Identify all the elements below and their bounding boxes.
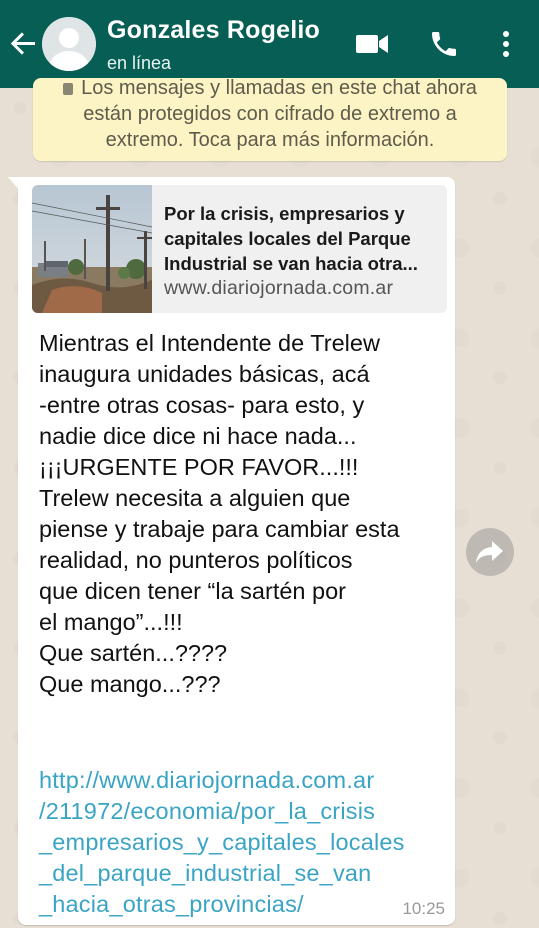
message-link[interactable]: http://www.diariojornada.com.ar /211972/… xyxy=(39,765,451,920)
preview-domain: www.diariojornada.com.ar xyxy=(164,277,394,299)
message-line: -entre otras cosas- para esto, y xyxy=(39,392,365,418)
link-line[interactable]: _hacia_otras_provincias/ xyxy=(39,889,451,920)
forward-button[interactable] xyxy=(466,528,514,576)
message-time: 10:25 xyxy=(402,899,445,918)
preview-title-line: capitales locales del Parque xyxy=(164,228,411,249)
message-line: el mango”...!!! xyxy=(39,609,183,635)
message-line: inaugura unidades básicas, acá xyxy=(39,361,370,387)
message-line: Que sartén...???? xyxy=(39,640,228,666)
notice-line: extremo. Toca para más información. xyxy=(105,129,435,151)
message-line: ¡¡¡URGENTE POR FAVOR...!!! xyxy=(39,454,359,480)
link-line[interactable]: _del_parque_industrial_se_van xyxy=(39,858,451,889)
back-arrow-icon[interactable] xyxy=(6,26,40,60)
message-line: Trelew necesita a alguien que xyxy=(39,485,351,511)
preview-title-line: Industrial se van hacia otra... xyxy=(164,253,418,274)
link-line[interactable]: /211972/economia/por_la_crisis xyxy=(39,796,451,827)
lock-icon xyxy=(63,82,74,95)
link-preview[interactable]: Por la crisis, empresarios y capitales l… xyxy=(32,185,447,313)
encryption-notice[interactable]: Los mensajes y llamadas en este chat aho… xyxy=(33,78,507,161)
phone-icon[interactable] xyxy=(428,28,460,60)
preview-thumbnail xyxy=(32,185,153,313)
link-line[interactable]: http://www.diariojornada.com.ar xyxy=(39,765,451,796)
preview-title-line: Por la crisis, empresarios y xyxy=(164,203,405,224)
message-line: que dicen tener “la sartén por xyxy=(39,578,346,604)
video-call-icon[interactable] xyxy=(355,30,389,58)
more-options-icon[interactable] xyxy=(496,28,516,60)
notice-line: están protegidos con cifrado de extremo … xyxy=(83,103,457,125)
contact-status: en línea xyxy=(107,53,172,73)
message-line: Que mango...??? xyxy=(39,671,221,697)
avatar[interactable] xyxy=(42,17,96,71)
message-line: nadie dice dice ni hace nada... xyxy=(39,423,357,449)
notice-line: Los mensajes y llamadas en este chat aho… xyxy=(81,78,477,99)
link-line[interactable]: _empresarios_y_capitales_locales xyxy=(39,827,451,858)
message-text: Mientras el Intendente de Trelew inaugur… xyxy=(39,328,451,700)
contact-name[interactable]: Gonzales Rogelio xyxy=(107,16,320,45)
forward-icon xyxy=(476,541,503,563)
message-line: Mientras el Intendente de Trelew xyxy=(39,330,380,356)
preview-title: Por la crisis, empresarios y capitales l… xyxy=(164,201,440,276)
message-bubble[interactable]: Por la crisis, empresarios y capitales l… xyxy=(18,177,455,925)
message-line: realidad, no punteros políticos xyxy=(39,547,353,573)
chat-header: Gonzales Rogelio en línea xyxy=(0,0,539,88)
message-line: piense y trabaje para cambiar esta xyxy=(39,516,400,542)
